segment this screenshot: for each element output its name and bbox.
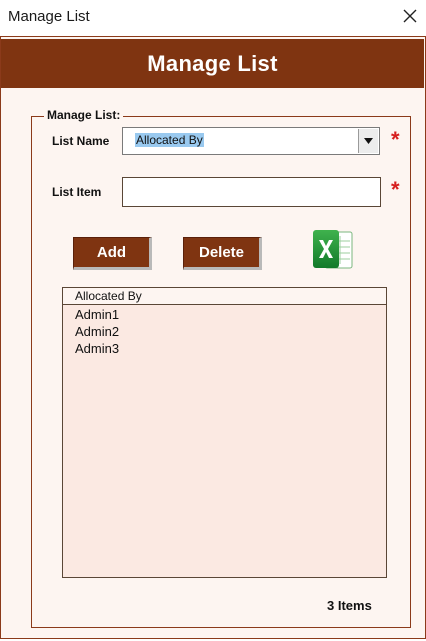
required-marker: * (391, 177, 400, 202)
page-title: Manage List (147, 50, 278, 76)
delete-button[interactable]: Delete (183, 237, 262, 270)
export-excel-button[interactable] (310, 226, 356, 272)
list-item[interactable]: Admin2 (75, 324, 119, 339)
excel-icon (313, 230, 353, 269)
list-items-box[interactable]: Allocated By Admin1 Admin2 Admin3 (62, 287, 387, 578)
required-marker: * (391, 127, 400, 152)
list-column-header-label: Allocated By (75, 289, 142, 303)
list-item[interactable]: Admin3 (75, 341, 119, 356)
chevron-down-icon (364, 138, 373, 144)
list-name-dropdown[interactable]: Allocated By (122, 127, 380, 155)
header-banner: Manage List (1, 39, 424, 88)
list-name-label: List Name (52, 134, 110, 148)
window-titlebar: Manage List (0, 0, 426, 34)
group-label: Manage List: (44, 108, 124, 122)
close-button[interactable] (398, 4, 422, 28)
dropdown-button[interactable] (358, 129, 378, 153)
list-column-header: Allocated By (63, 288, 386, 305)
close-icon (403, 9, 417, 23)
list-name-value: Allocated By (135, 133, 204, 147)
list-item-input[interactable] (122, 177, 381, 207)
list-item-label: List Item (52, 185, 102, 199)
item-count: 3 Items (327, 598, 372, 613)
add-button[interactable]: Add (73, 237, 152, 270)
list-item[interactable]: Admin1 (75, 307, 119, 322)
window-title: Manage List (8, 8, 90, 25)
